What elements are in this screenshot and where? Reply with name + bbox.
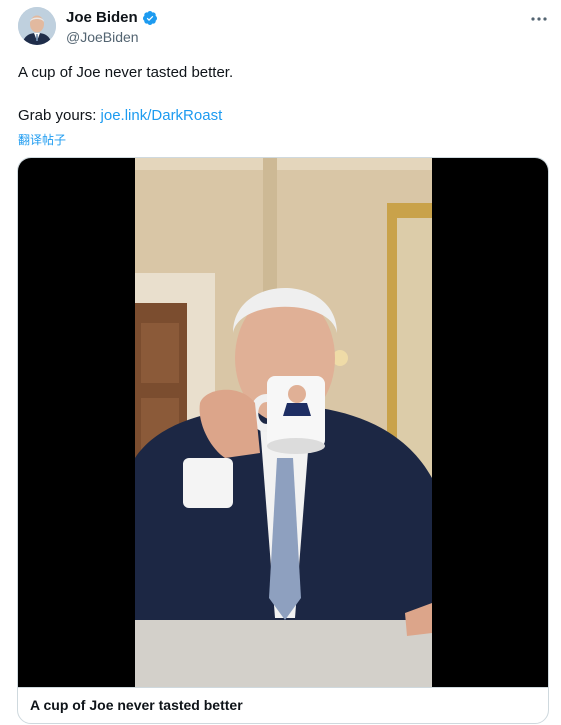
tweet: Joe Biden @JoeBiden A cup of Joe never t… (0, 0, 561, 725)
media-card[interactable]: A cup of Joe never tasted better (17, 157, 549, 724)
tweet-text-link-line: Grab yours: joe.link/DarkRoast (18, 107, 222, 124)
video-thumbnail-image (135, 158, 432, 687)
video-frame (135, 158, 432, 687)
media-caption: A cup of Joe never tasted better (18, 687, 548, 723)
author-name-row: Joe Biden (66, 9, 158, 26)
avatar-image (18, 7, 56, 45)
video-player[interactable] (18, 158, 548, 687)
link-prefix: Grab yours: (18, 107, 101, 124)
author-name[interactable]: Joe Biden (66, 9, 138, 26)
author-handle[interactable]: @JoeBiden (66, 29, 139, 45)
more-options-button[interactable] (528, 8, 550, 30)
more-dots-icon (531, 17, 547, 21)
verified-badge-icon (142, 10, 157, 25)
avatar[interactable] (18, 7, 56, 45)
dark-roast-link[interactable]: joe.link/DarkRoast (101, 107, 223, 124)
tweet-text-line: A cup of Joe never tasted better. (18, 64, 234, 81)
translate-post-button[interactable]: 翻译帖子 (18, 131, 66, 148)
